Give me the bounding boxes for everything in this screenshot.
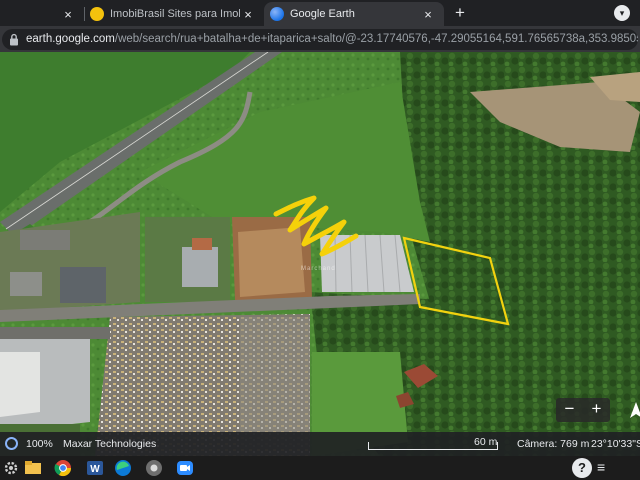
chrome-icon[interactable] — [54, 459, 72, 477]
tab-close-icon[interactable]: × — [60, 7, 76, 22]
earth-status-bar: 100% Maxar Technologies 60 m Câmera: 769… — [0, 432, 640, 456]
watermark-text: Marchand — [301, 266, 336, 272]
google-earth-favicon-icon — [270, 7, 284, 21]
zoom-level: 100% — [26, 438, 53, 450]
zoom-in-button[interactable]: + — [583, 398, 610, 422]
tab-search-menu-icon[interactable]: ▾ — [614, 5, 630, 21]
camera-altitude: Câmera: 769 m — [517, 438, 590, 450]
settings-icon[interactable] — [2, 459, 20, 477]
tab-title: ImobiBrasil Sites para Imobiliárias — [110, 8, 240, 20]
tab-google-earth[interactable]: Google Earth × — [264, 2, 444, 26]
word-icon[interactable]: W — [86, 459, 104, 477]
tab-previous[interactable]: × — [0, 2, 84, 26]
imobibrasil-favicon-icon — [90, 7, 104, 21]
url-path: /web/search/rua+batalha+de+itaparica+sal… — [114, 33, 638, 45]
url-text[interactable]: earth.google.com/web/search/rua+batalha+… — [26, 33, 638, 45]
scale-label: 60 m — [474, 436, 498, 448]
lock-icon[interactable] — [8, 33, 20, 46]
zoom-icon[interactable] — [176, 459, 194, 477]
menu-icon[interactable]: ≡ — [597, 459, 605, 475]
globe-icon[interactable] — [5, 437, 18, 450]
url-host: earth.google.com — [26, 33, 115, 45]
edge-icon[interactable] — [114, 459, 132, 477]
browser-toolbar: earth.google.com/web/search/rua+batalha+… — [0, 26, 640, 52]
camera-app-icon[interactable] — [145, 459, 163, 477]
tab-strip: × ImobiBrasil Sites para Imobiliárias × … — [0, 0, 640, 26]
zoom-out-button[interactable]: − — [556, 398, 583, 422]
tab-title: Google Earth — [290, 8, 355, 20]
tab-close-icon[interactable]: × — [420, 7, 436, 22]
address-bar[interactable]: earth.google.com/web/search/rua+batalha+… — [2, 29, 638, 50]
earth-map-viewport[interactable]: Marchand − + — [0, 52, 640, 456]
compass-icon[interactable] — [630, 402, 640, 418]
svg-text:W: W — [90, 464, 100, 475]
file-explorer-icon[interactable] — [24, 459, 42, 477]
windows-taskbar: W ? ≡ — [0, 456, 640, 480]
tab-imobibrasil[interactable]: ImobiBrasil Sites para Imobiliárias × — [84, 2, 264, 26]
tab-close-icon[interactable]: × — [240, 7, 256, 22]
coordinate-readout: 23°10'33"S — [591, 438, 640, 450]
new-tab-button[interactable]: + — [450, 3, 470, 23]
help-icon[interactable]: ? — [572, 458, 592, 478]
aerial-imagery — [0, 52, 640, 456]
imagery-attribution: Maxar Technologies — [63, 438, 157, 450]
zoom-controls: − + — [556, 398, 610, 422]
